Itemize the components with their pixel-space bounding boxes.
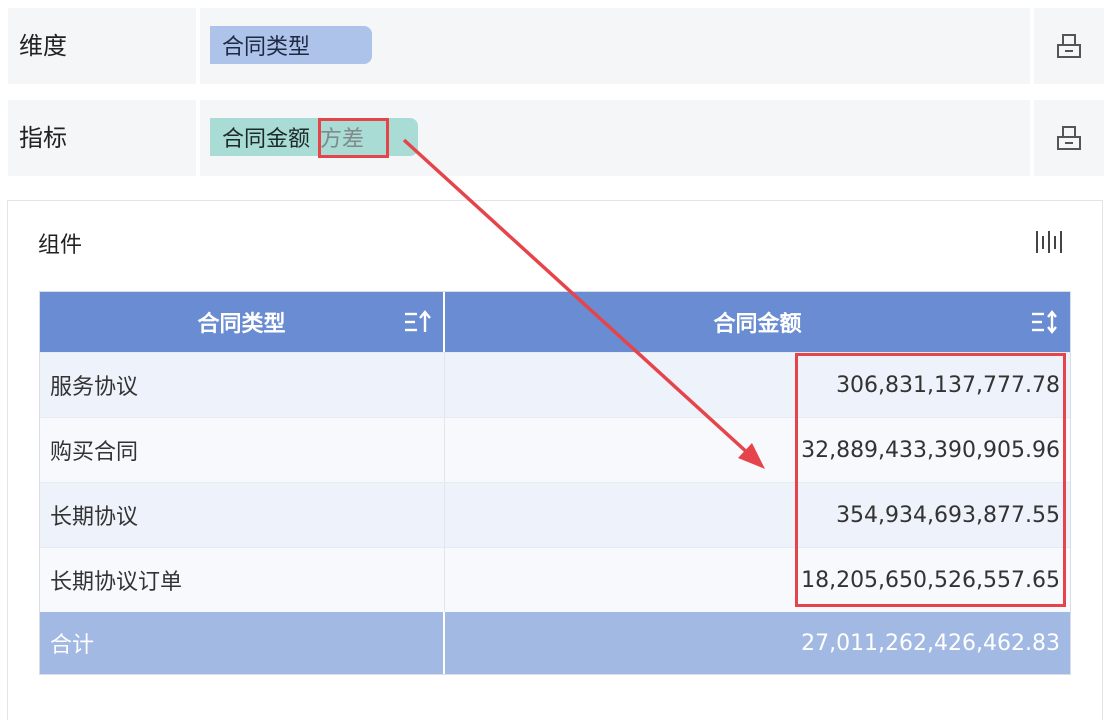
cell-amount: 32,889,433,390,905.96 xyxy=(801,437,1060,463)
table-row[interactable]: 服务协议 306,831,137,777.78 xyxy=(40,352,1070,417)
total-amount: 27,011,262,426,462.83 xyxy=(801,630,1060,656)
table-row[interactable]: 长期协议订单 18,205,650,526,557.65 xyxy=(40,547,1070,612)
cell-type: 长期协议订单 xyxy=(40,548,445,612)
table-total-row: 合计 27,011,262,426,462.83 xyxy=(40,612,1070,674)
column-header-type[interactable]: 合同类型 xyxy=(40,292,445,352)
table-row[interactable]: 长期协议 354,934,693,877.55 xyxy=(40,482,1070,547)
indicator-aggregation[interactable]: 方差 xyxy=(320,121,364,153)
cell-type: 服务协议 xyxy=(40,353,445,417)
sort-both-icon[interactable] xyxy=(1030,309,1058,335)
dimension-action-button[interactable] xyxy=(1034,8,1104,84)
dimension-dropzone[interactable]: 合同类型 xyxy=(200,8,1030,84)
indicator-dropzone[interactable]: 合同金额 方差 xyxy=(200,100,1030,176)
cell-amount: 306,831,137,777.78 xyxy=(836,372,1060,398)
column-header-label: 合同类型 xyxy=(197,312,286,337)
cell-type: 购买合同 xyxy=(40,418,445,482)
indicator-pill[interactable]: 合同金额 方差 xyxy=(210,118,418,156)
lock-shape-icon xyxy=(1057,126,1081,150)
cell-type: 长期协议 xyxy=(40,483,445,547)
panel-title: 组件 xyxy=(38,233,83,258)
component-panel: 组件 合同类型 合同金额 服务协议 306,831,137,777.78 购买合… xyxy=(7,200,1103,720)
dimension-pill-label: 合同类型 xyxy=(222,35,311,60)
indicator-action-button[interactable] xyxy=(1034,100,1104,176)
indicator-label: 指标 xyxy=(8,100,196,176)
sort-ascending-icon[interactable] xyxy=(403,309,431,335)
dimension-pill[interactable]: 合同类型 xyxy=(210,26,372,64)
data-table: 合同类型 合同金额 服务协议 306,831,137,777.78 购买合同 3… xyxy=(39,291,1071,675)
column-header-label: 合同金额 xyxy=(713,312,802,337)
indicator-pill-label: 合同金额 xyxy=(222,127,311,152)
dimension-row: 维度 合同类型 xyxy=(8,8,1104,84)
bar-columns-icon xyxy=(1036,231,1062,253)
table-header: 合同类型 合同金额 xyxy=(40,292,1070,352)
dimension-label: 维度 xyxy=(8,8,196,84)
panel-tool-button[interactable] xyxy=(1034,227,1066,257)
indicator-row: 指标 合同金额 方差 xyxy=(8,100,1104,176)
cell-amount: 354,934,693,877.55 xyxy=(836,502,1060,528)
column-header-amount[interactable]: 合同金额 xyxy=(445,292,1070,352)
total-label: 合计 xyxy=(40,612,445,674)
table-row[interactable]: 购买合同 32,889,433,390,905.96 xyxy=(40,417,1070,482)
cell-amount: 18,205,650,526,557.65 xyxy=(801,567,1060,593)
lock-shape-icon xyxy=(1057,34,1081,58)
